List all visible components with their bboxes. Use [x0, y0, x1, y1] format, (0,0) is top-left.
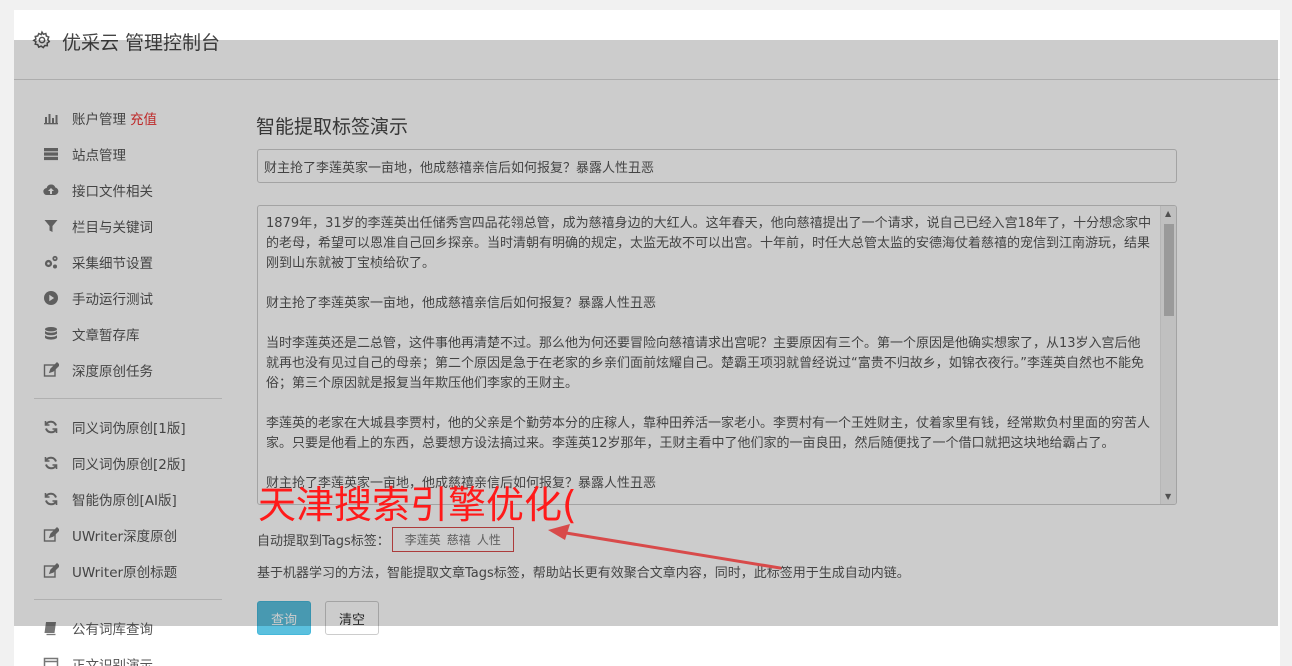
server-icon — [42, 145, 60, 163]
sidebar-divider — [34, 398, 222, 399]
tags-row: 自动提取到Tags标签： 李莲英 慈禧 人性 — [257, 527, 514, 552]
sidebar-item-label: 账户管理 — [72, 112, 126, 128]
tags-label: 自动提取到Tags标签： — [257, 534, 390, 549]
sidebar-item-account[interactable]: 账户管理 充值 — [42, 106, 157, 130]
tag-item: 人性 — [476, 533, 501, 547]
cloud-upload-icon — [42, 181, 60, 199]
sidebar-item-interface-files[interactable]: 接口文件相关 — [42, 178, 153, 202]
gears-icon — [42, 253, 60, 271]
sidebar-item-label: 深度原创任务 — [72, 364, 153, 380]
sidebar-item-label: 站点管理 — [72, 148, 126, 164]
content-paragraph: 当时李莲英还是二总管，这件事他再清楚不过。那么他为何还要冒险向慈禧请求出宫呢？主… — [266, 336, 1144, 391]
clear-button[interactable]: 清空 — [325, 601, 379, 635]
content-paragraph: 财主抢了李莲英家一亩地，他成慈禧亲信后如何报复？暴露人性丑恶 — [266, 296, 657, 311]
sidebar-item-label: 智能伪原创[AI版] — [72, 493, 177, 509]
sidebar-item-text-recognition[interactable]: 正文识别演示 — [42, 652, 153, 666]
gear-icon — [32, 30, 51, 49]
sidebar-item-columns-keywords[interactable]: 栏目与关键词 — [42, 214, 153, 238]
sidebar-item-manual-run[interactable]: 手动运行测试 — [42, 286, 153, 310]
play-circle-icon — [42, 289, 60, 307]
recharge-link[interactable]: 充值 — [130, 108, 157, 128]
refresh-icon — [42, 454, 60, 472]
query-button[interactable]: 查询 — [257, 601, 311, 635]
sidebar-item-label: 手动运行测试 — [72, 292, 153, 308]
bar-chart-icon — [42, 109, 60, 127]
scroll-up-icon[interactable]: ▲ — [1165, 209, 1171, 218]
content-scrollbar[interactable]: ▲ ▼ — [1160, 206, 1176, 504]
sidebar-item-label: 正文识别演示 — [72, 658, 153, 666]
annotation-arrow-icon — [548, 524, 782, 570]
sidebar-divider — [34, 599, 222, 600]
refresh-icon — [42, 418, 60, 436]
sidebar-item-collect-settings[interactable]: 采集细节设置 — [42, 250, 153, 274]
refresh-icon — [42, 490, 60, 508]
scroll-down-icon[interactable]: ▼ — [1165, 492, 1171, 501]
header: 优采云 管理控制台 — [14, 10, 1280, 80]
sidebar-item-uwriter-deep[interactable]: UWriter深度原创 — [42, 523, 177, 547]
database-icon — [42, 325, 60, 343]
tag-item: 慈禧 — [446, 533, 471, 547]
sidebar-item-article-store[interactable]: 文章暂存库 — [42, 322, 140, 346]
edit-icon — [42, 361, 60, 379]
tags-box: 李莲英 慈禧 人性 — [391, 527, 514, 552]
book-icon — [42, 619, 60, 637]
content-paragraph: 李莲英的老家在大城县李贾村，他的父亲是个勤劳本分的庄稼人，靠种田养活一家老小。李… — [266, 416, 1151, 451]
tag-item: 李莲英 — [404, 533, 441, 547]
filter-icon — [42, 217, 60, 235]
app-title: 优采云 管理控制台 — [62, 32, 221, 54]
edit-icon — [42, 562, 60, 580]
sidebar-item-label: 接口文件相关 — [72, 184, 153, 200]
content-paragraph: 1879年，31岁的李莲英出任储秀宫四品花翎总管，成为慈禧身边的大红人。这年春天… — [266, 216, 1152, 271]
sidebar-item-label: UWriter原创标题 — [72, 565, 178, 581]
article-content-textarea[interactable]: 1879年，31岁的李莲英出任储秀宫四品花翎总管，成为慈禧身边的大红人。这年春天… — [257, 205, 1177, 505]
sidebar-item-public-dict[interactable]: 公有词库查询 — [42, 616, 153, 640]
sidebar-item-uwriter-title[interactable]: UWriter原创标题 — [42, 559, 177, 583]
sidebar-item-label: UWriter深度原创 — [72, 529, 178, 545]
sidebar-item-label: 同义词伪原创[2版] — [72, 457, 186, 473]
edit-icon — [42, 526, 60, 544]
sidebar-item-ai-rewrite[interactable]: 智能伪原创[AI版] — [42, 487, 177, 511]
sidebar-item-deep-original[interactable]: 深度原创任务 — [42, 358, 153, 382]
sidebar-item-label: 采集细节设置 — [72, 256, 153, 272]
sidebar-item-label: 文章暂存库 — [72, 328, 140, 344]
sidebar: 账户管理 充值 站点管理 接口文件相关 栏目与关键词 采集细节设置 手动运行测试… — [14, 80, 224, 666]
article-content-text: 1879年，31岁的李莲英出任储秀宫四品花翎总管，成为慈禧身边的大红人。这年春天… — [258, 206, 1160, 504]
page-title: 智能提取标签演示 — [256, 116, 409, 138]
sidebar-item-label: 栏目与关键词 — [72, 220, 153, 236]
sidebar-item-synonym-v1[interactable]: 同义词伪原创[1版] — [42, 415, 186, 439]
article-title-input[interactable] — [257, 149, 1177, 183]
sidebar-item-sites[interactable]: 站点管理 — [42, 142, 126, 166]
sidebar-item-label: 同义词伪原创[1版] — [72, 421, 186, 437]
scroll-thumb[interactable] — [1164, 224, 1174, 316]
window-icon — [42, 655, 60, 666]
sidebar-item-label: 公有词库查询 — [72, 622, 153, 638]
sidebar-item-synonym-v2[interactable]: 同义词伪原创[2版] — [42, 451, 186, 475]
